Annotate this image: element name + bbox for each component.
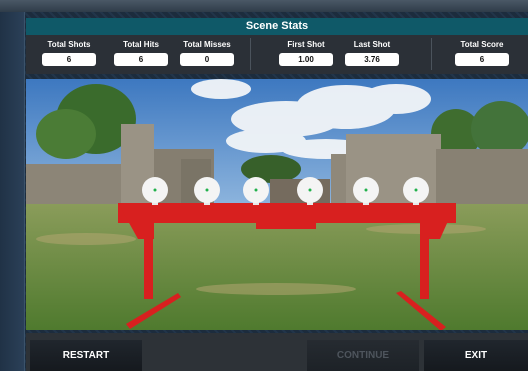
hit-marker: [153, 188, 157, 192]
stat-total-score: Total Score 6: [446, 37, 518, 73]
stat-value: 6: [114, 53, 168, 66]
stat-label: Total Misses: [183, 40, 231, 49]
stat-label: Last Shot: [353, 40, 391, 49]
stat-total-shots: Total Shots 6: [34, 37, 104, 73]
stat-total-misses: Total Misses 0: [171, 37, 243, 73]
hit-marker: [308, 188, 312, 192]
scene-viewport: [26, 79, 528, 330]
stat-value: 0: [180, 53, 234, 66]
stat-last-shot: Last Shot 3.76: [336, 37, 408, 73]
scene-image: [26, 79, 528, 330]
stat-first-shot: First Shot 1.00: [270, 37, 342, 73]
exit-button[interactable]: EXIT: [424, 340, 528, 371]
divider: [431, 38, 432, 70]
continue-button[interactable]: CONTINUE: [307, 340, 419, 371]
stat-value: 6: [455, 53, 509, 66]
stat-total-hits: Total Hits 6: [106, 37, 176, 73]
restart-button[interactable]: RESTART: [30, 340, 142, 371]
divider: [250, 38, 251, 70]
left-rail: [0, 12, 25, 371]
hit-marker: [254, 188, 258, 192]
scene-stats-panel: Scene Stats Total Shots 6 Total Hits 6 T…: [26, 18, 528, 74]
hit-marker: [364, 188, 368, 192]
stat-label: Total Hits: [123, 40, 159, 49]
top-bar: [0, 0, 528, 12]
stat-value: 3.76: [345, 53, 399, 66]
stat-label: Total Score: [460, 40, 504, 49]
stat-label: First Shot: [287, 40, 325, 49]
panel-title: Scene Stats: [26, 18, 528, 35]
hit-marker: [414, 188, 418, 192]
stat-value: 1.00: [279, 53, 333, 66]
stat-label: Total Shots: [47, 40, 91, 49]
hit-marker: [205, 188, 209, 192]
stat-value: 6: [42, 53, 96, 66]
